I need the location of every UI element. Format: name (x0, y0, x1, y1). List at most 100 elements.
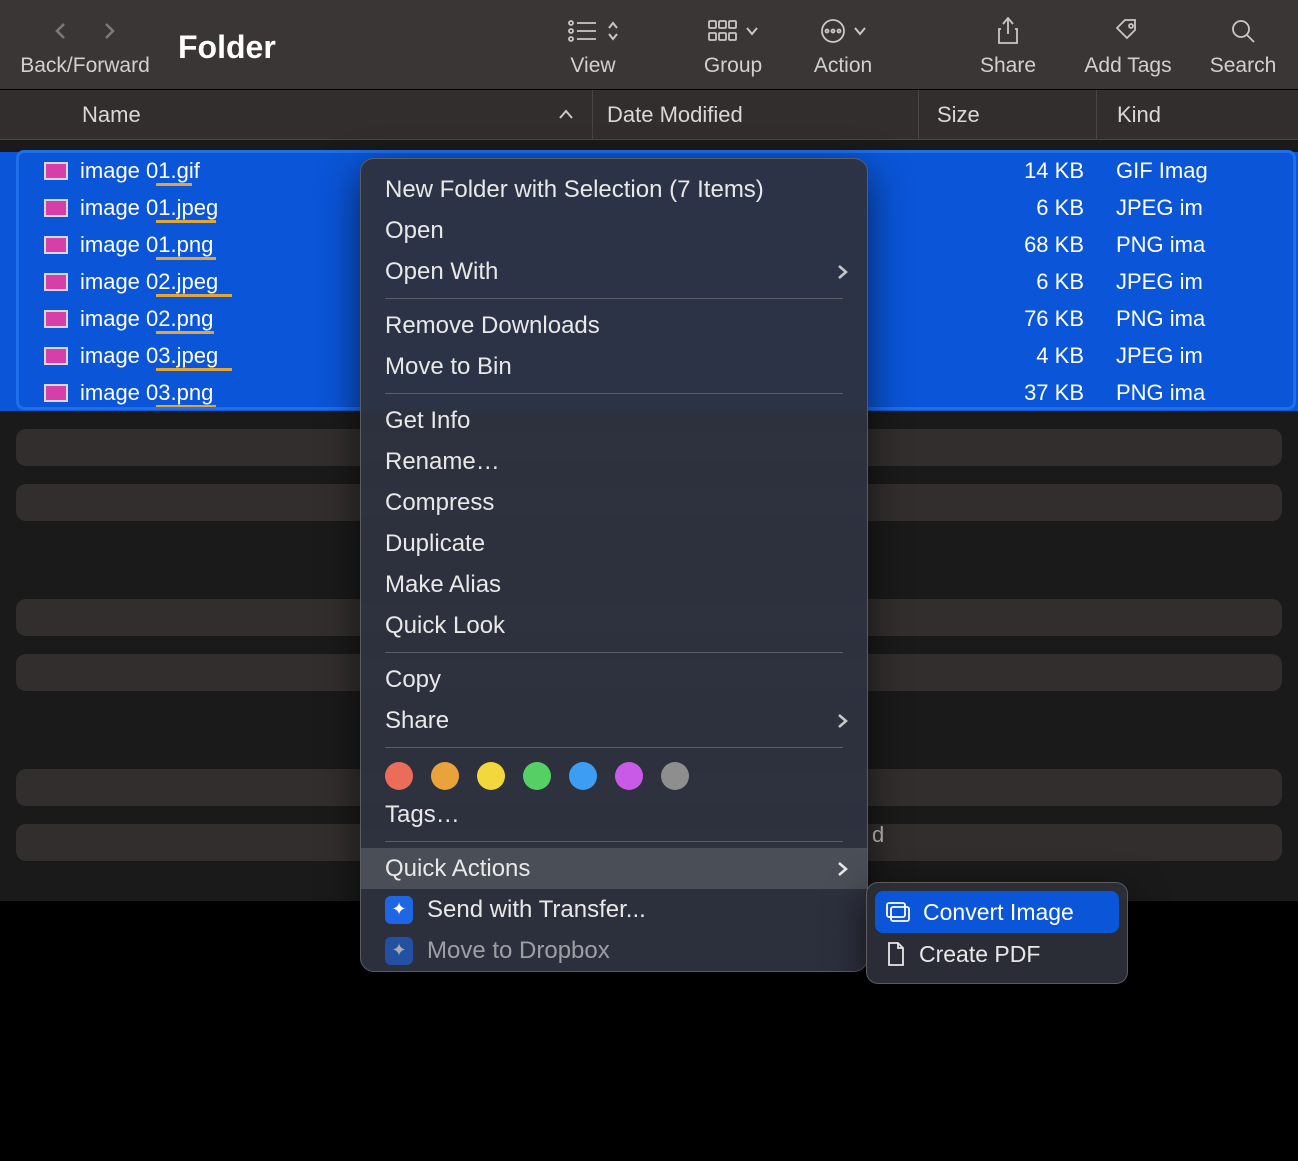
share-label: Share (980, 54, 1036, 78)
column-header: Name Date Modified Size Kind (0, 90, 1298, 140)
menu-label: Send with Transfer... (427, 896, 646, 924)
add-tags-button[interactable]: Add Tags (1068, 14, 1188, 78)
menu-label: Move to Dropbox (427, 937, 610, 965)
file-kind: JPEG im (1096, 343, 1298, 369)
menu-rename[interactable]: Rename… (361, 441, 867, 482)
menu-label: Remove Downloads (385, 312, 600, 340)
forward-icon[interactable] (97, 19, 121, 43)
image-file-icon (44, 347, 68, 365)
file-kind: JPEG im (1096, 195, 1298, 221)
submenu-label: Create PDF (919, 941, 1040, 968)
tag-color-dot[interactable] (477, 762, 505, 790)
action-icon (819, 17, 847, 45)
menu-separator (385, 393, 843, 394)
search-button[interactable]: Search (1188, 14, 1298, 78)
menu-move-to-bin[interactable]: Move to Bin (361, 346, 867, 387)
background-text: d (872, 822, 884, 848)
file-size: 4 KB (918, 343, 1096, 369)
menu-duplicate[interactable]: Duplicate (361, 523, 867, 564)
dropbox-icon: ✦ (385, 937, 413, 965)
image-stack-icon (885, 901, 911, 923)
menu-label: Move to Bin (385, 353, 512, 381)
menu-label: Rename… (385, 448, 500, 476)
menu-label: Copy (385, 666, 441, 694)
menu-get-info[interactable]: Get Info (361, 400, 867, 441)
quick-actions-submenu: Convert Image Create PDF (866, 882, 1128, 984)
menu-send-with-transfer[interactable]: ✦ Send with Transfer... (361, 889, 867, 930)
search-label: Search (1210, 54, 1277, 78)
menu-label: Open (385, 217, 444, 245)
updown-icon (606, 20, 620, 42)
menu-label: Duplicate (385, 530, 485, 558)
submenu-create-pdf[interactable]: Create PDF (875, 933, 1119, 975)
column-date-modified[interactable]: Date Modified (592, 90, 918, 139)
file-kind: GIF Imag (1096, 158, 1298, 184)
column-kind[interactable]: Kind (1096, 90, 1298, 139)
view-button[interactable]: View (508, 14, 678, 78)
window-title: Folder (178, 29, 508, 66)
file-size: 76 KB (918, 306, 1096, 332)
file-size: 14 KB (918, 158, 1096, 184)
tag-color-row (361, 754, 867, 794)
image-file-icon (44, 310, 68, 328)
file-name: image 01.png (80, 232, 380, 258)
group-icon (707, 18, 739, 44)
menu-remove-downloads[interactable]: Remove Downloads (361, 305, 867, 346)
file-name: image 02.jpeg (80, 269, 380, 295)
menu-separator (385, 298, 843, 299)
image-file-icon (44, 236, 68, 254)
menu-separator (385, 747, 843, 748)
file-kind: PNG ima (1096, 380, 1298, 406)
file-name: image 02.png (80, 306, 380, 332)
tag-color-dot[interactable] (523, 762, 551, 790)
chevron-right-icon (835, 263, 849, 281)
column-name[interactable]: Name (0, 102, 592, 128)
share-button[interactable]: Share (948, 14, 1068, 78)
group-label: Group (704, 54, 762, 78)
menu-open-with[interactable]: Open With (361, 251, 867, 292)
tag-icon (1113, 16, 1143, 46)
tag-color-dot[interactable] (431, 762, 459, 790)
file-size: 6 KB (918, 195, 1096, 221)
chevron-right-icon (835, 712, 849, 730)
menu-label: Quick Look (385, 612, 505, 640)
tag-color-dot[interactable] (569, 762, 597, 790)
file-size: 68 KB (918, 232, 1096, 258)
add-tags-label: Add Tags (1084, 54, 1171, 78)
toolbar: Back/Forward Folder View Group (0, 0, 1298, 90)
menu-open[interactable]: Open (361, 210, 867, 251)
menu-share[interactable]: Share (361, 700, 867, 741)
back-icon[interactable] (49, 19, 73, 43)
file-kind: PNG ima (1096, 306, 1298, 332)
menu-copy[interactable]: Copy (361, 659, 867, 700)
file-name: image 01.jpeg (80, 195, 380, 221)
menu-move-to-dropbox[interactable]: ✦ Move to Dropbox (361, 930, 867, 971)
tag-color-dot[interactable] (385, 762, 413, 790)
menu-quick-actions[interactable]: Quick Actions (361, 848, 867, 889)
action-button[interactable]: Action (788, 14, 898, 78)
column-date-label: Date Modified (607, 102, 743, 128)
menu-compress[interactable]: Compress (361, 482, 867, 523)
chevron-down-icon (853, 24, 867, 38)
menu-make-alias[interactable]: Make Alias (361, 564, 867, 605)
tag-color-dot[interactable] (615, 762, 643, 790)
menu-label: Quick Actions (385, 855, 530, 883)
menu-new-folder-with-selection[interactable]: New Folder with Selection (7 Items) (361, 169, 867, 210)
image-file-icon (44, 162, 68, 180)
menu-label: Share (385, 707, 449, 735)
submenu-convert-image[interactable]: Convert Image (875, 891, 1119, 933)
group-button[interactable]: Group (678, 14, 788, 78)
file-name: image 03.png (80, 380, 380, 406)
tag-color-dot[interactable] (661, 762, 689, 790)
menu-label: New Folder with Selection (7 Items) (385, 176, 764, 204)
column-size[interactable]: Size (918, 90, 1096, 139)
file-name: image 01.gif (80, 158, 380, 184)
menu-quick-look[interactable]: Quick Look (361, 605, 867, 646)
menu-label: Tags… (385, 801, 460, 829)
share-icon (995, 16, 1021, 46)
search-icon (1229, 17, 1257, 45)
menu-label: Open With (385, 258, 498, 286)
context-menu: New Folder with Selection (7 Items) Open… (360, 158, 868, 972)
action-label: Action (814, 54, 872, 78)
menu-tags[interactable]: Tags… (361, 794, 867, 835)
